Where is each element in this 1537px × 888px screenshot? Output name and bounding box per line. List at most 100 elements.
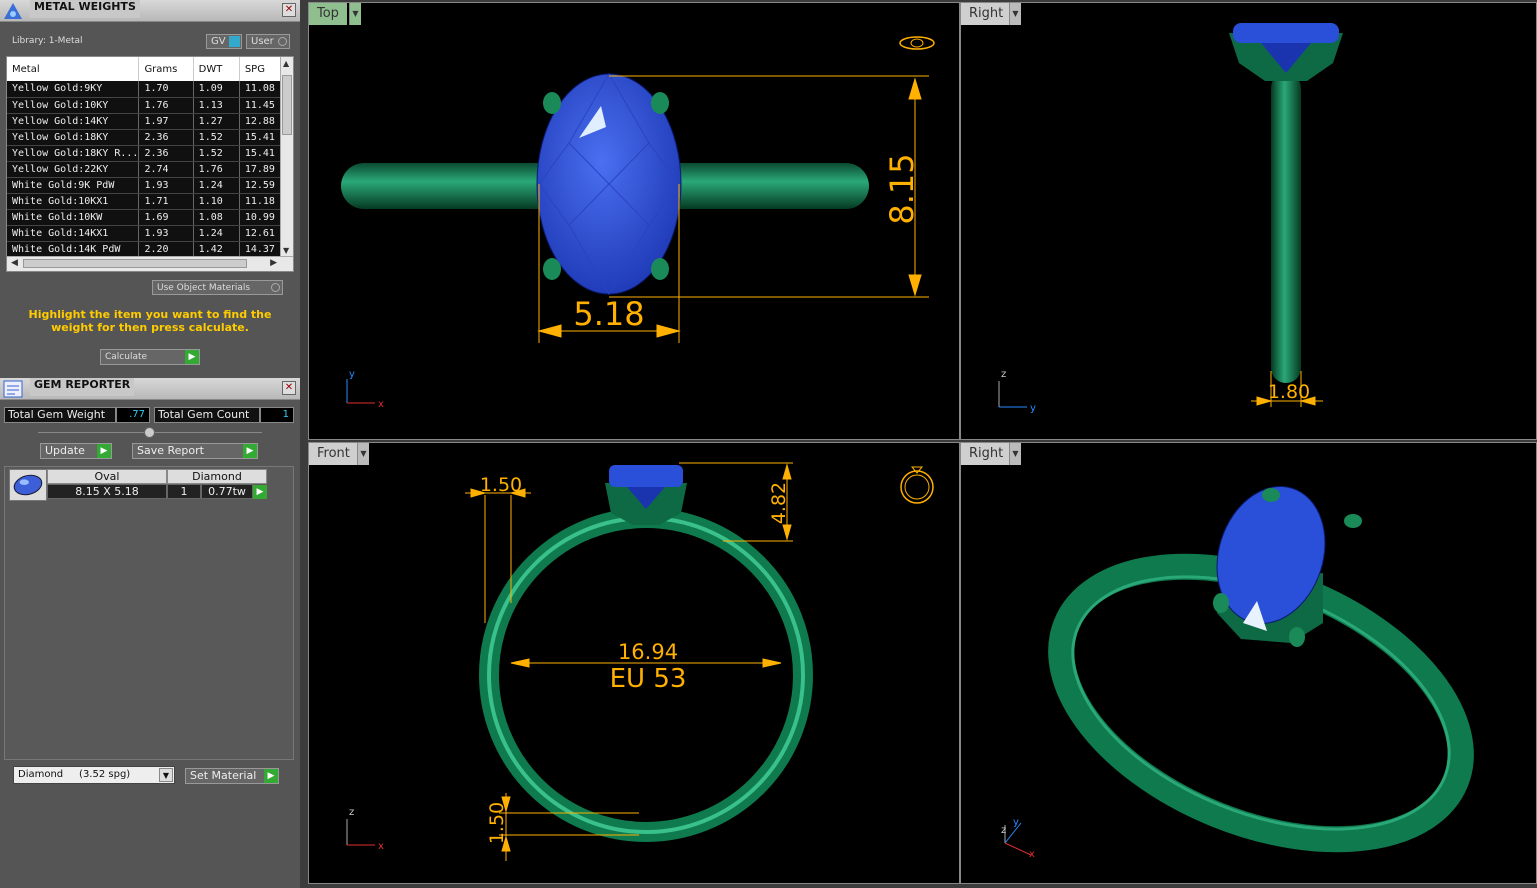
viewport-front-label[interactable]: Front: [309, 443, 358, 465]
vscroll-thumb[interactable]: [282, 75, 292, 135]
table-cell: 1.93: [138, 177, 194, 194]
gem-reporter-titlebar[interactable]: GEM REPORTER ✕: [0, 378, 300, 400]
table-row[interactable]: Yellow Gold:18KY 2.36 1.52 15.41: [7, 129, 284, 146]
update-button[interactable]: Update ▶: [40, 443, 112, 459]
chevron-down-icon[interactable]: ▼: [1009, 3, 1021, 25]
metal-weights-titlebar[interactable]: METAL WEIGHTS ✕: [0, 0, 300, 22]
divider-slider-handle[interactable]: [144, 427, 155, 438]
axis-y-label: y: [349, 369, 355, 380]
gemstone-side: [1233, 23, 1339, 43]
axis-x-label: x: [378, 841, 384, 852]
col-grams[interactable]: Grams: [138, 57, 194, 81]
chevron-down-icon[interactable]: ▼: [357, 443, 369, 465]
gv-label: GV: [211, 36, 226, 47]
metal-table[interactable]: Metal Grams DWT SPG Yellow Gold:9KY 1.70 1…: [6, 56, 294, 272]
table-row[interactable]: White Gold:14K PdW 2.20 1.42 14.37: [7, 241, 284, 258]
table-cell: 2.74: [138, 161, 194, 178]
perspective-view-canvas[interactable]: z y x: [961, 443, 1536, 883]
calculate-label: Calculate: [105, 352, 148, 362]
prong: [1344, 514, 1362, 528]
close-icon[interactable]: ✕: [282, 381, 296, 395]
table-cell: 15.41: [239, 129, 284, 146]
viewport-top[interactable]: 8.15 5.18 y x Top ▼: [308, 2, 960, 440]
table-cell: 12.59: [239, 177, 284, 194]
col-metal[interactable]: Metal: [7, 57, 140, 81]
use-object-materials-checkbox[interactable]: Use Object Materials: [152, 280, 283, 295]
scroll-right-icon[interactable]: ▶: [270, 258, 277, 268]
table-cell: 12.88: [239, 113, 284, 130]
table-row[interactable]: Yellow Gold:10KY 1.76 1.13 11.45: [7, 97, 284, 114]
table-row[interactable]: White Gold:14KX1 1.93 1.24 12.61: [7, 225, 284, 242]
table-row[interactable]: White Gold:10KX1 1.71 1.10 11.18: [7, 193, 284, 210]
metal-table-vscrollbar[interactable]: ▲ ▼: [280, 57, 293, 257]
axis-z-label: z: [1001, 369, 1006, 380]
axis-z-label: z: [349, 807, 354, 818]
scroll-left-icon[interactable]: ◀: [11, 258, 18, 268]
table-row[interactable]: White Gold:10KW 1.69 1.08 10.99: [7, 209, 284, 226]
viewport-right[interactable]: 1.80 z y Right ▼: [960, 2, 1537, 440]
hscroll-thumb[interactable]: [23, 259, 247, 268]
viewport-perspective-label[interactable]: Right: [961, 443, 1012, 465]
prong: [1262, 488, 1280, 502]
chevron-down-icon[interactable]: ▼: [1009, 443, 1021, 465]
gem-list: Oval Diamond 8.15 X 5.18 1 0.77tw ▶: [4, 466, 294, 760]
table-cell: Yellow Gold:10KY: [7, 97, 140, 114]
table-cell: 1.97: [138, 113, 194, 130]
play-icon: ▶: [243, 444, 257, 458]
right-view-canvas[interactable]: 1.80 z y: [961, 3, 1536, 439]
calculate-button[interactable]: Calculate ▶: [100, 349, 200, 365]
play-icon: ▶: [185, 350, 199, 364]
table-cell: 2.36: [138, 145, 194, 162]
gem-row-play-icon[interactable]: ▶: [253, 485, 267, 499]
table-row[interactable]: Yellow Gold:14KY 1.97 1.27 12.88: [7, 113, 284, 130]
col-dwt[interactable]: DWT: [193, 57, 240, 81]
axis-indicator: y x: [346, 369, 384, 410]
axis-z-label: z: [1001, 825, 1006, 836]
material-select[interactable]: Diamond (3.52 spg) ▼: [13, 766, 175, 784]
close-icon[interactable]: ✕: [282, 3, 296, 17]
dim-head-label: 4.82: [768, 482, 790, 524]
table-row[interactable]: Yellow Gold:18KY R... 2.36 1.52 15.41: [7, 145, 284, 162]
dim-width-label: 5.18: [573, 295, 644, 333]
table-cell: White Gold:10KX1: [7, 193, 140, 210]
table-row[interactable]: White Gold:9K PdW 1.93 1.24 12.59: [7, 177, 284, 194]
viewport-perspective[interactable]: z y x Right ▼: [960, 442, 1537, 884]
front-view-canvas[interactable]: 1.50 4.82 16.94 EU 53 1.50 z x: [309, 443, 959, 883]
metal-table-hscrollbar[interactable]: ◀ ▶: [7, 256, 293, 271]
table-cell: White Gold:10KW: [7, 209, 140, 226]
oval-gem-icon: [13, 474, 43, 496]
set-material-button[interactable]: Set Material ▶: [185, 768, 279, 784]
gem-shape-header: Oval: [47, 469, 167, 484]
table-cell: Yellow Gold:18KY: [7, 129, 140, 146]
matrix-app: METAL WEIGHTS ✕ Library: 1-Metal GV User…: [0, 0, 1537, 888]
table-cell: 1.70: [138, 81, 194, 98]
axis-y-label: y: [1013, 817, 1019, 828]
table-row[interactable]: Yellow Gold:22KY 2.74 1.76 17.89: [7, 161, 284, 178]
table-cell: 1.08: [193, 209, 240, 226]
viewport-right-label[interactable]: Right: [961, 3, 1012, 25]
table-cell: 15.41: [239, 145, 284, 162]
gv-toggle[interactable]: GV: [206, 34, 242, 49]
user-label: User: [251, 36, 274, 47]
update-label: Update: [45, 444, 85, 457]
top-view-canvas[interactable]: 8.15 5.18 y x: [309, 3, 959, 439]
chevron-down-icon[interactable]: ▼: [159, 768, 173, 782]
scroll-up-icon[interactable]: ▲: [283, 59, 289, 68]
user-toggle[interactable]: User: [246, 34, 290, 49]
viewport-front[interactable]: 1.50 4.82 16.94 EU 53 1.50 z x Front ▼: [308, 442, 960, 884]
save-report-button[interactable]: Save Report ▶: [132, 443, 258, 459]
gemstone-front: [609, 465, 683, 487]
gem-reporter-icon: [3, 380, 23, 398]
table-row[interactable]: Yellow Gold:9KY 1.70 1.09 11.08: [7, 81, 284, 98]
dim-shank-label: 1.80: [1268, 381, 1310, 403]
col-spg[interactable]: SPG: [239, 57, 284, 81]
chevron-down-icon[interactable]: ▼: [349, 3, 361, 25]
material-select-value: Diamond (3.52 spg): [18, 769, 131, 780]
total-gem-count-label: Total Gem Count: [154, 407, 260, 423]
viewport-top-label[interactable]: Top: [309, 3, 347, 25]
table-cell: 1.27: [193, 113, 240, 130]
scroll-down-icon[interactable]: ▼: [283, 246, 289, 255]
table-cell: 1.52: [193, 129, 240, 146]
gem-thumbnail[interactable]: [9, 469, 47, 501]
prong: [651, 92, 669, 114]
